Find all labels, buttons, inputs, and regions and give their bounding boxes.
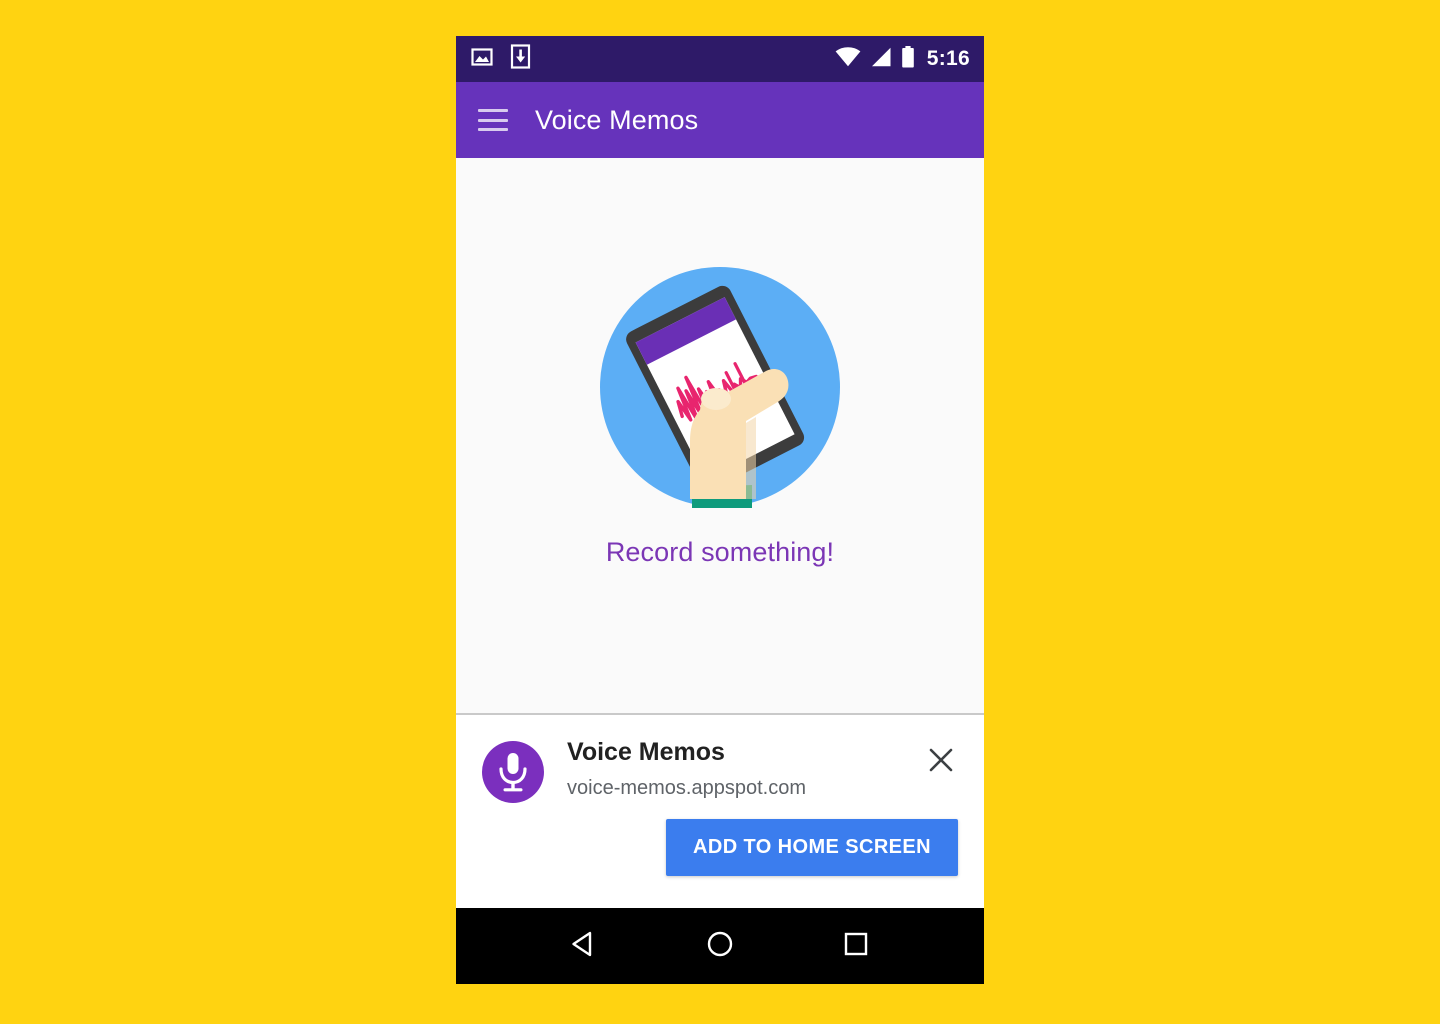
nav-back-button[interactable] [556, 918, 612, 974]
banner-actions: ADD TO HOME SCREEN [482, 819, 958, 876]
add-to-home-screen-banner: Voice Memos voice-memos.appspot.com ADD … [456, 713, 984, 908]
cellular-signal-icon [870, 47, 892, 72]
banner-app-name: Voice Memos [567, 738, 725, 766]
status-bar-right-icons: 5:16 [835, 45, 970, 73]
app-bar: Voice Memos [456, 82, 984, 158]
app-title: Voice Memos [535, 104, 699, 135]
recents-square-icon [842, 930, 870, 963]
hamburger-line [478, 118, 508, 122]
status-bar-left-icons [470, 44, 531, 74]
hamburger-line [478, 109, 508, 112]
download-icon [510, 44, 531, 74]
microphone-icon [482, 741, 544, 803]
banner-text-block: Voice Memos voice-memos.appspot.com [567, 737, 924, 801]
empty-state-message: Record something! [605, 537, 835, 567]
nav-home-button[interactable] [692, 918, 748, 974]
add-to-home-screen-button[interactable]: ADD TO HOME SCREEN [666, 819, 958, 876]
hamburger-line [478, 128, 508, 131]
hamburger-menu-icon[interactable] [478, 109, 508, 131]
status-bar-clock: 5:16 [926, 47, 970, 70]
android-navigation-bar [456, 908, 984, 984]
phone-screen: 5:16 Voice Memos Record something! Voice… [456, 36, 984, 984]
hand-holding-phone-recording-illustration [596, 263, 844, 511]
banner-header: Voice Memos voice-memos.appspot.com [482, 737, 958, 803]
close-icon[interactable] [924, 743, 958, 777]
home-circle-icon [705, 929, 735, 964]
banner-app-url: voice-memos.appspot.com [567, 777, 806, 800]
status-bar: 5:16 [456, 36, 984, 82]
back-triangle-icon [569, 929, 599, 964]
image-icon [470, 45, 494, 74]
battery-icon [901, 45, 915, 73]
wifi-icon [835, 46, 861, 72]
nav-recents-button[interactable] [828, 918, 884, 974]
main-content: Record something! [456, 158, 984, 713]
